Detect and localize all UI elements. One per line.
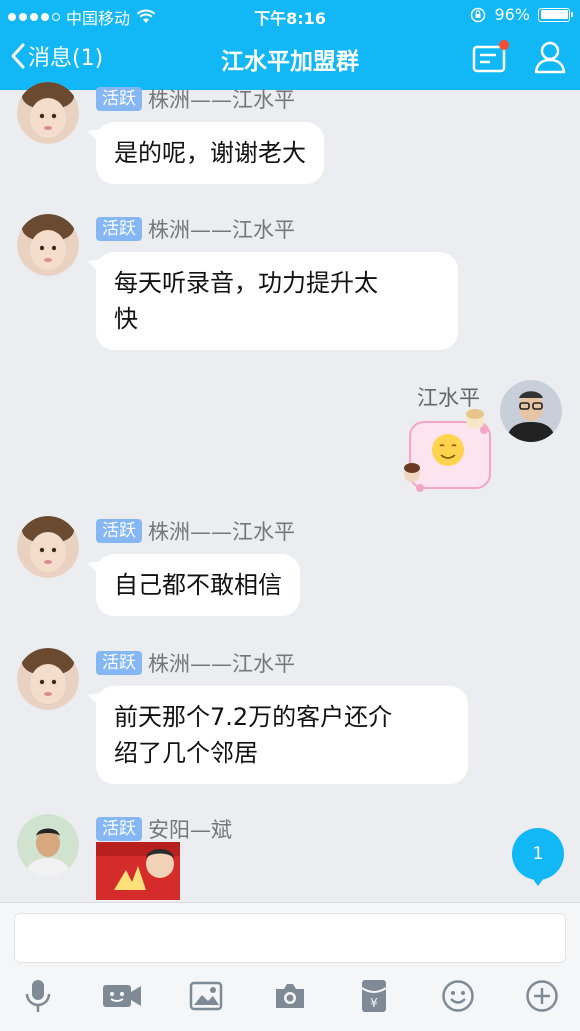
message-meta: 活跃 株洲——江水平: [96, 214, 295, 244]
emoji-button[interactable]: [438, 976, 478, 1016]
battery-icon: [538, 7, 573, 22]
camera-icon: [276, 984, 304, 1008]
video-call-button[interactable]: [102, 976, 142, 1016]
message-bubble[interactable]: 自己都不敢相信: [96, 554, 300, 616]
activity-badge: 活跃: [96, 651, 142, 675]
self-avatar[interactable]: [500, 380, 562, 442]
message-text-line: 每天听录音，功力提升太: [114, 269, 378, 297]
back-label: 消息(1): [28, 46, 104, 71]
unread-count-badge[interactable]: 1: [512, 828, 564, 886]
camera-button[interactable]: [270, 976, 310, 1016]
group-members-button[interactable]: [530, 38, 570, 78]
message-text-line: 前天那个7.2万的客户还介: [114, 703, 393, 731]
sender-name: 株洲——江水平: [148, 88, 295, 112]
message-text-line: 绍了几个邻居: [114, 739, 258, 767]
message-text: 是的呢，谢谢老大: [114, 139, 306, 167]
microphone-icon: [25, 980, 51, 1012]
message-bubble[interactable]: 是的呢，谢谢老大: [96, 122, 324, 184]
image-icon: [189, 981, 223, 1011]
back-button[interactable]: 消息(1): [10, 40, 103, 72]
smiley-icon: [442, 980, 474, 1012]
avatar[interactable]: [17, 814, 79, 876]
image-message[interactable]: [96, 842, 180, 900]
activity-badge: 活跃: [96, 519, 142, 543]
chat-toolbar: ¥: [0, 972, 580, 1022]
sender-name: 安阳—斌: [148, 818, 232, 842]
red-packet-button[interactable]: ¥: [354, 976, 394, 1016]
avatar[interactable]: [17, 516, 79, 578]
message-text: 自己都不敢相信: [114, 571, 282, 599]
message-meta: 活跃 株洲——江水平: [96, 84, 295, 114]
chevron-left-icon: [11, 43, 25, 69]
activity-badge: 活跃: [96, 87, 142, 111]
status-right: 96%: [470, 5, 573, 24]
gallery-button[interactable]: [186, 976, 226, 1016]
avatar[interactable]: [17, 214, 79, 276]
plus-circle-icon: [526, 980, 558, 1012]
svg-text:¥: ¥: [370, 996, 378, 1010]
activity-badge: 活跃: [96, 217, 142, 241]
people-icon: [534, 41, 566, 74]
status-bar: 中国移动 下午8:16 96%: [0, 0, 580, 30]
top-bar: 中国移动 下午8:16 96% 消息(1) 江水平加盟群: [0, 0, 580, 90]
avatar[interactable]: [17, 648, 79, 710]
activity-badge: 活跃: [96, 817, 142, 841]
sender-name: 株洲——江水平: [148, 652, 295, 676]
voice-button[interactable]: [18, 976, 58, 1016]
message-bubble[interactable]: 前天那个7.2万的客户还介 绍了几个邻居: [96, 686, 468, 784]
message-meta: 活跃 株洲——江水平: [96, 648, 295, 678]
avatar[interactable]: [17, 82, 79, 144]
message-bubble[interactable]: 每天听录音，功力提升太 快: [96, 252, 458, 350]
rotation-lock-icon: [471, 7, 486, 22]
battery-percent: 96%: [494, 5, 530, 24]
smile-sticker-icon: [404, 409, 491, 492]
more-button[interactable]: [522, 976, 562, 1016]
sender-name: 株洲——江水平: [148, 520, 295, 544]
message-meta: 活跃 株洲——江水平: [96, 516, 295, 546]
announcement-icon: [472, 40, 509, 73]
message-meta: 活跃 安阳—斌: [96, 814, 232, 844]
sticker-message[interactable]: [398, 408, 498, 496]
red-packet-icon: ¥: [361, 980, 387, 1012]
group-notice-button[interactable]: [470, 38, 510, 78]
message-input[interactable]: [14, 913, 566, 963]
message-text-line: 快: [114, 305, 138, 333]
unread-count: 1: [532, 844, 544, 864]
sticker-image: [96, 842, 180, 900]
video-camera-icon: [103, 985, 141, 1007]
sender-name: 株洲——江水平: [148, 218, 295, 242]
